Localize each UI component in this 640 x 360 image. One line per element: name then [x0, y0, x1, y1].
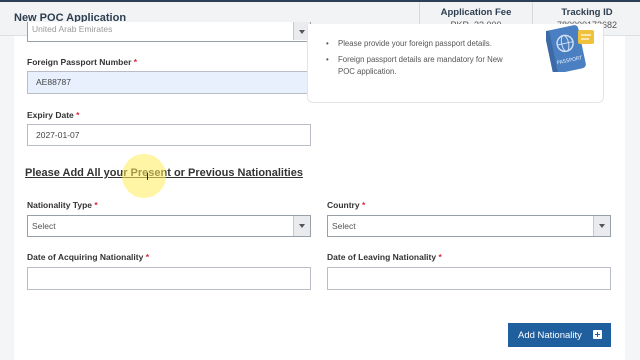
- cursor-highlight: [122, 154, 166, 198]
- acquiring-date-input[interactable]: [27, 267, 311, 290]
- add-nationality-label: Add Nationality: [518, 330, 582, 341]
- acquiring-date-label-text: Date of Acquiring Nationality: [27, 252, 144, 262]
- required-marker: *: [133, 57, 138, 67]
- required-marker: *: [438, 252, 442, 262]
- plus-icon: [593, 330, 602, 339]
- passport-number-input[interactable]: AE88787: [27, 71, 311, 94]
- required-marker: *: [145, 252, 150, 262]
- info-list: Please provide your foreign passport det…: [326, 38, 511, 82]
- nationality-type-value: Select: [32, 221, 56, 231]
- tracking-id-label: Tracking ID: [561, 7, 613, 18]
- country-of-issue-select[interactable]: United Arab Emirates: [27, 22, 311, 42]
- acquiring-date-label: Date of Acquiring Nationality *: [27, 252, 149, 262]
- passport-number-label: Foreign Passport Number *: [27, 57, 137, 67]
- required-marker: *: [94, 200, 98, 210]
- country-label-text: Country: [327, 200, 360, 210]
- country-value: Select: [332, 221, 356, 231]
- application-fee-label: Application Fee: [440, 7, 512, 18]
- required-marker: *: [361, 200, 366, 210]
- leaving-date-label: Date of Leaving Nationality *: [327, 252, 442, 262]
- country-label: Country *: [327, 200, 365, 210]
- leaving-date-input[interactable]: [327, 267, 611, 290]
- chevron-down-icon[interactable]: [593, 216, 610, 236]
- expiry-date-label: Expiry Date *: [27, 110, 79, 120]
- expiry-date-value: 2027-01-07: [36, 130, 80, 140]
- required-marker: *: [76, 110, 80, 120]
- info-item: Foreign passport details are mandatory f…: [326, 54, 511, 78]
- chevron-down-icon[interactable]: [293, 216, 310, 236]
- add-nationality-button[interactable]: Add Nationality: [508, 323, 611, 347]
- passport-number-label-text: Foreign Passport Number: [27, 57, 132, 67]
- info-item: Please provide your foreign passport det…: [326, 38, 511, 50]
- passport-number-value: AE88787: [36, 77, 71, 87]
- country-select[interactable]: Select: [327, 215, 611, 237]
- passport-icon: PASSPORT: [546, 25, 594, 72]
- nationality-type-label: Nationality Type *: [27, 200, 98, 210]
- text-cursor-icon: I: [146, 172, 149, 183]
- country-of-issue-value: United Arab Emirates: [32, 24, 113, 34]
- leaving-date-label-text: Date of Leaving Nationality: [327, 252, 437, 262]
- expiry-date-input[interactable]: 2027-01-07: [27, 124, 311, 146]
- nationality-type-label-text: Nationality Type: [27, 200, 93, 210]
- nationality-type-select[interactable]: Select: [27, 215, 311, 237]
- expiry-date-label-text: Expiry Date: [27, 110, 74, 120]
